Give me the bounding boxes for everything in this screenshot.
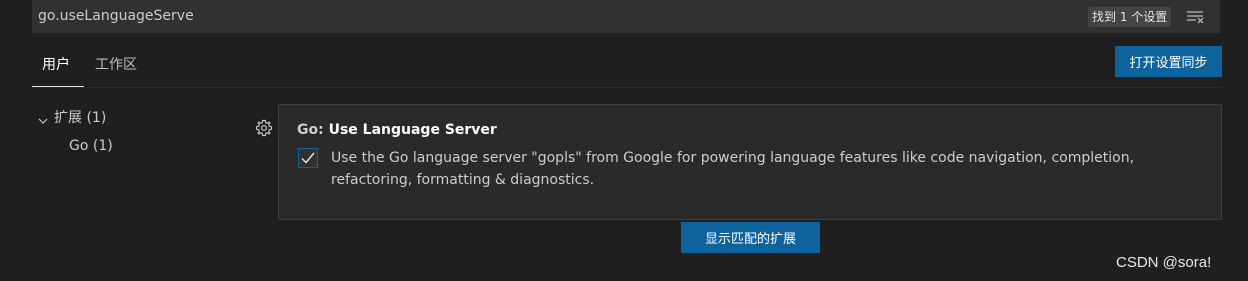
setting-name: Use Language Server bbox=[328, 122, 497, 138]
search-bar: 找到 1 个设置 bbox=[32, 0, 1220, 33]
clear-filter-icon[interactable] bbox=[1186, 9, 1206, 25]
watermark: CSDN @sora! bbox=[1116, 254, 1212, 271]
setting-card: Go: Use Language Server Use the Go langu… bbox=[278, 104, 1222, 220]
tree-item-go[interactable]: Go (1) bbox=[69, 137, 113, 155]
gear-icon[interactable] bbox=[255, 119, 273, 137]
setting-title: Go: Use Language Server bbox=[297, 121, 497, 139]
tab-workspace[interactable]: 工作区 bbox=[95, 56, 137, 74]
show-matching-extensions-button[interactable]: 显示匹配的扩展 bbox=[681, 222, 820, 253]
search-input[interactable] bbox=[38, 5, 1078, 27]
setting-category: Go: bbox=[297, 122, 329, 138]
tree-item-extensions-label: 扩展 (1) bbox=[54, 110, 107, 126]
use-language-server-checkbox[interactable] bbox=[298, 148, 318, 168]
tree-item-extensions[interactable]: 扩展 (1) bbox=[38, 109, 106, 127]
result-count-badge: 找到 1 个设置 bbox=[1088, 7, 1172, 27]
turn-on-settings-sync-button[interactable]: 打开设置同步 bbox=[1115, 46, 1222, 77]
tab-user[interactable]: 用户 bbox=[42, 56, 70, 74]
checkmark-icon bbox=[301, 152, 315, 164]
chevron-down-icon bbox=[38, 113, 48, 124]
tab-divider bbox=[32, 87, 1222, 88]
setting-description: Use the Go language server "gopls" from … bbox=[331, 150, 1135, 188]
